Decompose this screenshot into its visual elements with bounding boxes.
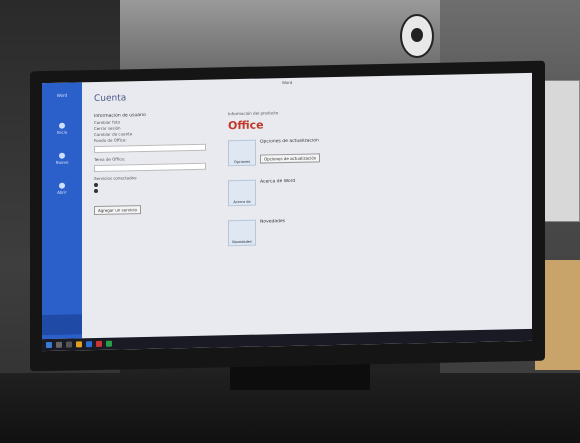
taskview-icon[interactable] [66,341,72,348]
nav-item-abrir[interactable]: Abrir [48,182,76,195]
nav-item-account[interactable] [42,314,82,336]
screen: Word Inicio Nuevo Abrir Word Cuenta Info… [42,72,532,352]
nav-item-inicio[interactable]: Inicio [48,122,76,135]
app-icon[interactable] [106,340,112,347]
add-service-button[interactable]: Agregar un servicio [94,205,141,216]
product-name: Acerca de Word [260,178,296,185]
product-info-column: Información del producto Office Opciones… [228,106,488,260]
search-icon[interactable] [56,341,62,348]
about-icon[interactable]: Acerca de [228,179,256,207]
product-tile: Novedades Novedades [228,215,488,256]
office-theme-select[interactable] [94,162,206,173]
product-tile: Acerca de Acerca de Word [228,175,488,216]
office-theme-label: Tema de Office: [94,156,126,163]
product-name: Opciones de actualización [260,138,319,145]
service-item[interactable] [94,186,214,195]
page-title: Cuenta [94,93,127,105]
whats-new-icon[interactable]: Novedades [228,219,256,247]
product-name: Novedades [260,219,286,225]
product-tile: Opciones Opciones de actualización Opcio… [228,135,488,176]
account-left-column: Información de usuario Cambiar foto Cerr… [94,112,214,217]
office-background-select[interactable] [94,143,206,154]
taskbar [42,328,532,352]
back-button[interactable]: Word [48,92,76,101]
radio-icon [94,182,98,188]
update-options-icon[interactable]: Opciones [228,139,256,167]
nav-item-nuevo[interactable]: Nuevo [48,152,76,165]
sticker-decoration [400,14,434,58]
office-background-label: Fondo de Office: [94,137,127,144]
app-icon[interactable] [96,340,102,348]
window-title: Word [282,79,293,86]
start-icon[interactable] [46,341,52,349]
office-brand: Office [228,118,264,133]
monitor: Word Inicio Nuevo Abrir Word Cuenta Info… [30,60,545,372]
update-options-button[interactable]: Opciones de actualización [260,153,321,164]
backstage-nav: Word Inicio Nuevo Abrir [42,82,82,340]
word-icon[interactable] [86,341,92,348]
titlebar: Word [82,73,532,92]
explorer-icon[interactable] [76,341,82,348]
radio-icon [94,188,98,194]
